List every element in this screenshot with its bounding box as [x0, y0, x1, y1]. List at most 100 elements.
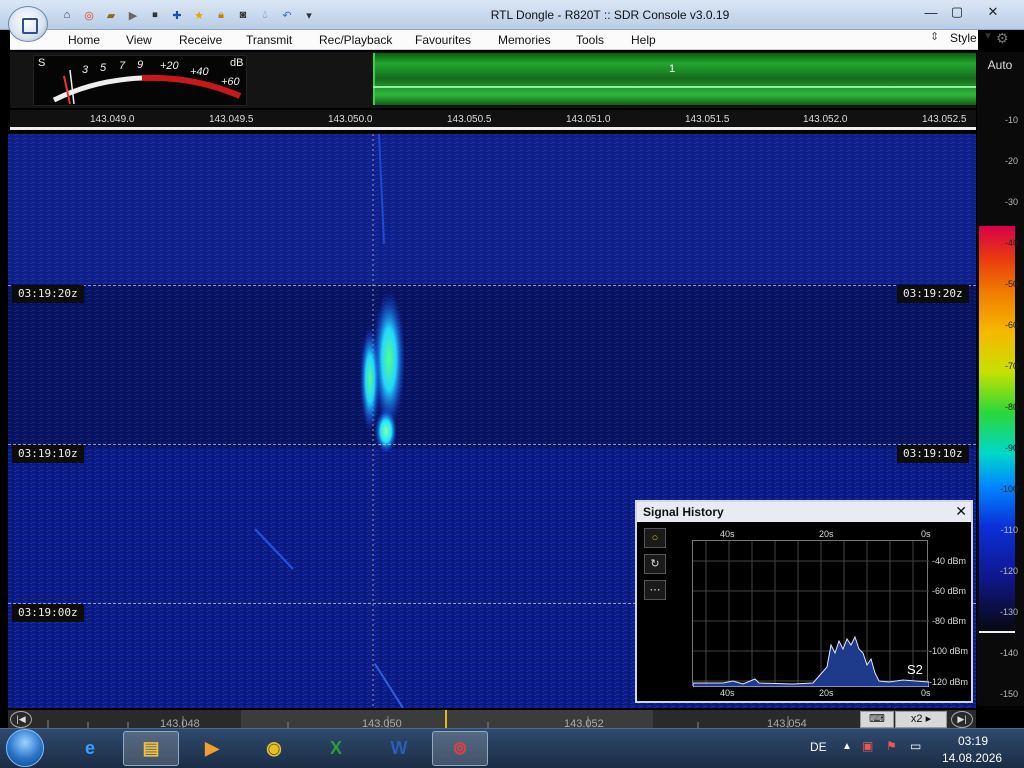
- start-button[interactable]: [6, 729, 44, 767]
- signal-history-record-button[interactable]: ○: [644, 528, 666, 548]
- sh-top-tick: 0s: [921, 529, 931, 539]
- scale-tick: -100: [999, 484, 1018, 494]
- scale-tick: -70: [1004, 361, 1018, 371]
- time-label-left: 03:19:10z: [12, 445, 84, 463]
- stop-icon[interactable]: ⏹: [146, 6, 164, 24]
- style-arrows-icon[interactable]: ⇕: [930, 30, 939, 43]
- s-meter-s-label: S: [38, 57, 46, 69]
- signal-history-s-reading: S2: [907, 662, 923, 677]
- clock-time[interactable]: 03:19: [958, 734, 988, 748]
- freq-tick: 143.050.5: [447, 114, 492, 125]
- menu-tools[interactable]: Tools: [576, 33, 604, 47]
- s-meter: S 3 5 7 9 +20 +40 +60 dB: [33, 55, 247, 106]
- drop-icon[interactable]: 💧︎: [256, 6, 274, 24]
- freq-tick: 143.051.0: [566, 114, 611, 125]
- colorbar-floor-marker[interactable]: [979, 631, 1015, 633]
- window-title: RTL Dongle - R820T :: SDR Console v3.0.1…: [490, 8, 730, 22]
- sh-dbm-tick: -100 dBm: [929, 646, 969, 656]
- freq-tick: 143.050.0: [328, 114, 373, 125]
- home-icon[interactable]: ⌂: [58, 6, 76, 24]
- add-icon[interactable]: ✚: [168, 6, 186, 24]
- zoom-level: x2: [910, 713, 923, 725]
- app-menu-icon[interactable]: [8, 6, 48, 42]
- signal-history-close-button[interactable]: ✕: [955, 503, 967, 520]
- minimize-button[interactable]: —: [918, 2, 944, 22]
- scale-tick: -110: [1000, 525, 1018, 535]
- clock-date[interactable]: 14.08.2026: [942, 751, 1002, 765]
- bottom-frequency-ruler[interactable]: [8, 710, 976, 728]
- s-meter-unit: dB: [230, 57, 244, 69]
- scale-tick: -150: [999, 689, 1018, 699]
- undo-icon[interactable]: ↶: [278, 6, 296, 24]
- scale-tick: -30: [1004, 197, 1018, 207]
- scale-tick: -80: [1004, 402, 1018, 412]
- scale-tick: -130: [999, 607, 1018, 617]
- s-meter-tick: +20: [160, 60, 179, 72]
- file-explorer-icon[interactable]: ▤: [123, 731, 179, 766]
- freq-tick: 143.052.0: [803, 114, 848, 125]
- close-button[interactable]: ✕: [980, 2, 1006, 22]
- internet-explorer-icon[interactable]: e: [62, 731, 118, 766]
- sh-top-tick: 20s: [819, 529, 834, 539]
- camera-icon[interactable]: ◙: [234, 6, 252, 24]
- menu-help[interactable]: Help: [631, 33, 656, 47]
- time-label-right: 03:19:10z: [897, 445, 969, 463]
- sh-bottom-tick: 40s: [720, 688, 735, 698]
- menu-transmit[interactable]: Transmit: [246, 33, 292, 47]
- band-marker-label: 1: [669, 63, 676, 75]
- ruler-scroll-right-icon[interactable]: ▶|: [951, 711, 973, 728]
- tray-network-icon[interactable]: ▭: [910, 739, 921, 753]
- time-label-left: 03:19:00z: [12, 604, 84, 622]
- language-indicator[interactable]: DE: [810, 740, 827, 754]
- favourite-star-icon[interactable]: ★: [190, 6, 208, 24]
- lifebuoy-icon[interactable]: ◎: [80, 6, 98, 24]
- band-spectrum-panel[interactable]: [373, 53, 976, 105]
- word-icon[interactable]: W: [371, 731, 427, 766]
- auto-scale-button[interactable]: Auto: [979, 55, 1021, 75]
- time-label-right: 03:19:20z: [897, 285, 969, 303]
- time-marker-line: [8, 285, 976, 286]
- menu-bar: [10, 30, 978, 50]
- freq-tick: 143.052.5: [922, 114, 967, 125]
- menu-view[interactable]: View: [126, 33, 152, 47]
- media-player-icon[interactable]: ▶: [184, 731, 240, 766]
- scale-tick: -60: [1004, 320, 1018, 330]
- signal-history-options-button[interactable]: ⋯: [644, 580, 666, 600]
- tray-device-icon[interactable]: ▣: [862, 739, 873, 753]
- sh-bottom-tick: 20s: [819, 688, 834, 698]
- scale-tick: -10: [1004, 115, 1018, 125]
- play-icon[interactable]: ▶: [124, 6, 142, 24]
- style-menu[interactable]: Style: [950, 31, 977, 45]
- style-dropdown-icon[interactable]: ▼: [983, 31, 993, 42]
- keyboard-icon[interactable]: ⌨: [860, 711, 894, 728]
- signal-history-plot: [692, 540, 929, 687]
- menu-home[interactable]: Home: [68, 33, 100, 47]
- lock-icon[interactable]: 🔒︎: [212, 6, 230, 24]
- ruler-ticks: [47, 710, 789, 728]
- scale-tick: -40: [1004, 238, 1018, 248]
- show-hidden-icons-icon[interactable]: ▲: [842, 741, 852, 752]
- sdr-console-icon[interactable]: ⊚: [432, 731, 488, 766]
- chrome-icon[interactable]: ◉: [246, 731, 302, 766]
- menu-rec-playback[interactable]: Rec/Playback: [319, 33, 392, 47]
- maximize-button[interactable]: ▢: [944, 2, 970, 22]
- zoom-button[interactable]: x2 ▸: [895, 711, 947, 728]
- customize-arrow-icon[interactable]: ▾: [300, 6, 318, 24]
- s-meter-tick: 3: [82, 64, 89, 76]
- scale-tick: -20: [1004, 156, 1018, 166]
- sh-dbm-tick: -60 dBm: [932, 586, 967, 596]
- folder-icon[interactable]: ▰: [102, 6, 120, 24]
- gear-icon[interactable]: ⚙: [996, 30, 1009, 47]
- s-meter-tick: +40: [190, 66, 209, 78]
- menu-favourites[interactable]: Favourites: [415, 33, 471, 47]
- signal-history-reset-button[interactable]: ↻: [644, 554, 666, 574]
- time-label-left: 03:19:20z: [12, 285, 84, 303]
- freq-tick: 143.049.5: [209, 114, 254, 125]
- tray-warning-icon[interactable]: ⚑: [886, 739, 897, 753]
- menu-receive[interactable]: Receive: [179, 33, 222, 47]
- menu-memories[interactable]: Memories: [498, 33, 551, 47]
- excel-icon[interactable]: X: [308, 731, 364, 766]
- ruler-scroll-left-icon[interactable]: |◀: [10, 711, 32, 728]
- scale-tick: -120: [999, 566, 1018, 576]
- signal-history-graph: [693, 541, 929, 687]
